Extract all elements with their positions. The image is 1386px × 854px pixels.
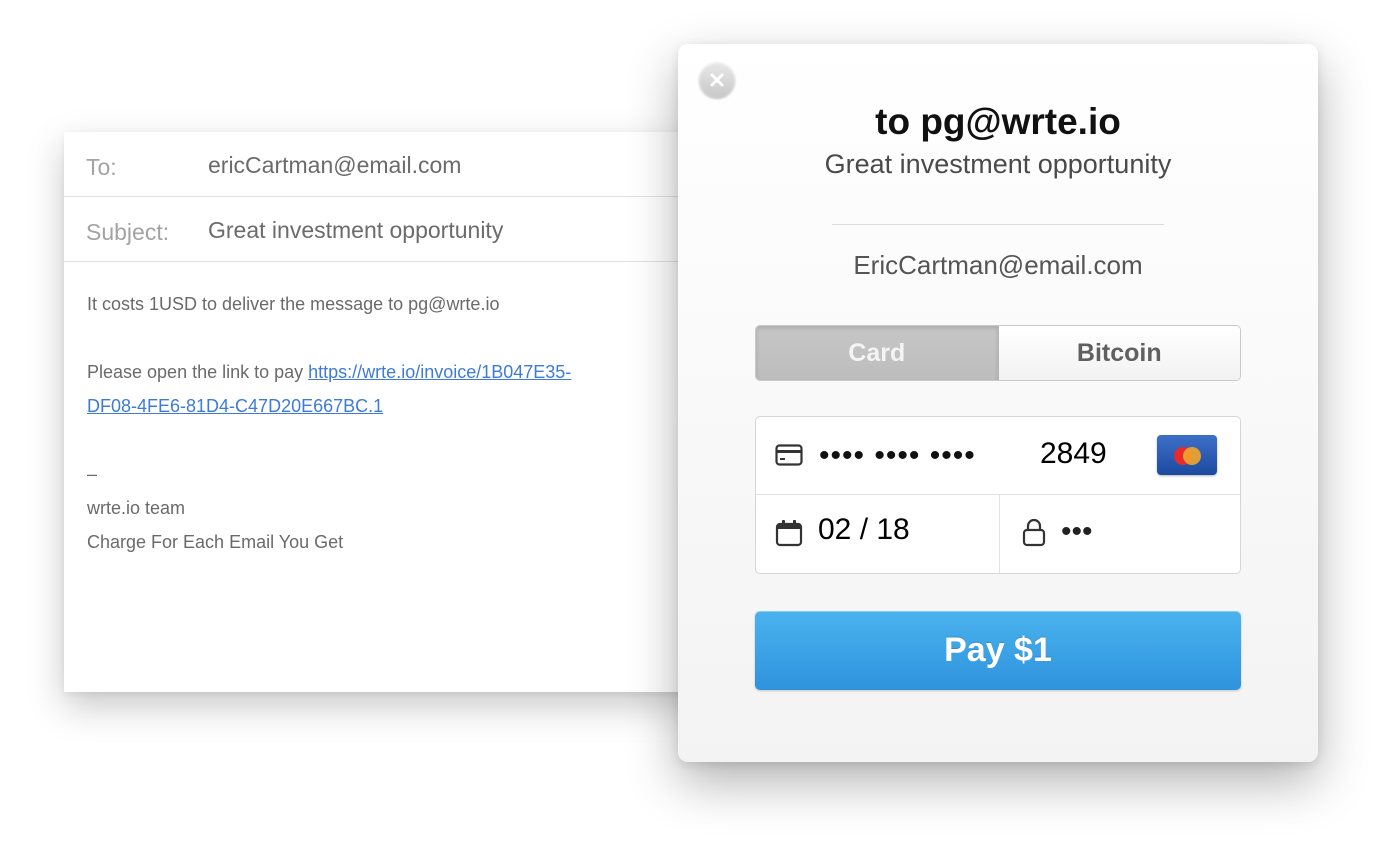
expiry-field[interactable]: 02 / 18: [756, 495, 1000, 573]
tab-card[interactable]: Card: [756, 326, 999, 380]
payment-method-switch: Card Bitcoin: [755, 325, 1241, 381]
calendar-icon: [775, 520, 803, 547]
pay-button[interactable]: Pay $1: [755, 611, 1241, 690]
subject-value[interactable]: Great investment opportunity: [208, 217, 503, 244]
modal-subtitle: Great investment opportunity: [824, 149, 1172, 179]
tab-bitcoin[interactable]: Bitcoin: [998, 326, 1240, 380]
signature-team: wrte.io team: [87, 498, 186, 518]
subject-row: Subject: Great investment opportunity: [64, 197, 704, 262]
to-label: To:: [86, 154, 117, 180]
cvc-field[interactable]: •••: [1000, 495, 1240, 573]
card-last4: 2849: [1040, 437, 1107, 470]
signature-tagline: Charge For Each Email You Get: [87, 532, 344, 552]
card-number-masked: •••• •••• ••••: [819, 439, 976, 472]
body-cost-line: It costs 1USD to deliver the message to …: [87, 294, 500, 314]
close-button[interactable]: [699, 62, 735, 98]
expiry-value: 02 / 18: [818, 513, 910, 546]
subject-label: Subject:: [86, 219, 170, 245]
mastercard-icon: [1157, 435, 1217, 475]
credit-card-icon: [775, 444, 803, 466]
modal-title: to pg@wrte.io: [875, 101, 1121, 142]
payment-modal: to pg@wrte.io Great investment opportuni…: [678, 44, 1318, 762]
close-icon: [710, 73, 724, 87]
email-compose-card: To: ericCartman@email.com Subject: Great…: [64, 132, 704, 692]
email-body: It costs 1USD to deliver the message to …: [87, 287, 667, 559]
body-pay-line: Please open the link to pay https://wrte…: [87, 355, 667, 423]
payer-email: EricCartman@email.com: [853, 250, 1143, 280]
divider: [832, 224, 1164, 225]
to-row: To: ericCartman@email.com: [64, 132, 704, 197]
signature-separator: –: [87, 464, 98, 484]
to-value[interactable]: ericCartman@email.com: [208, 152, 461, 179]
pay-prefix: Please open the link to pay: [87, 362, 309, 382]
card-number-field[interactable]: •••• •••• •••• 2849: [756, 417, 1240, 495]
card-details-form: •••• •••• •••• 2849 02 / 18 •••: [755, 416, 1241, 574]
lock-icon: [1022, 518, 1046, 547]
cvc-masked: •••: [1061, 515, 1093, 548]
